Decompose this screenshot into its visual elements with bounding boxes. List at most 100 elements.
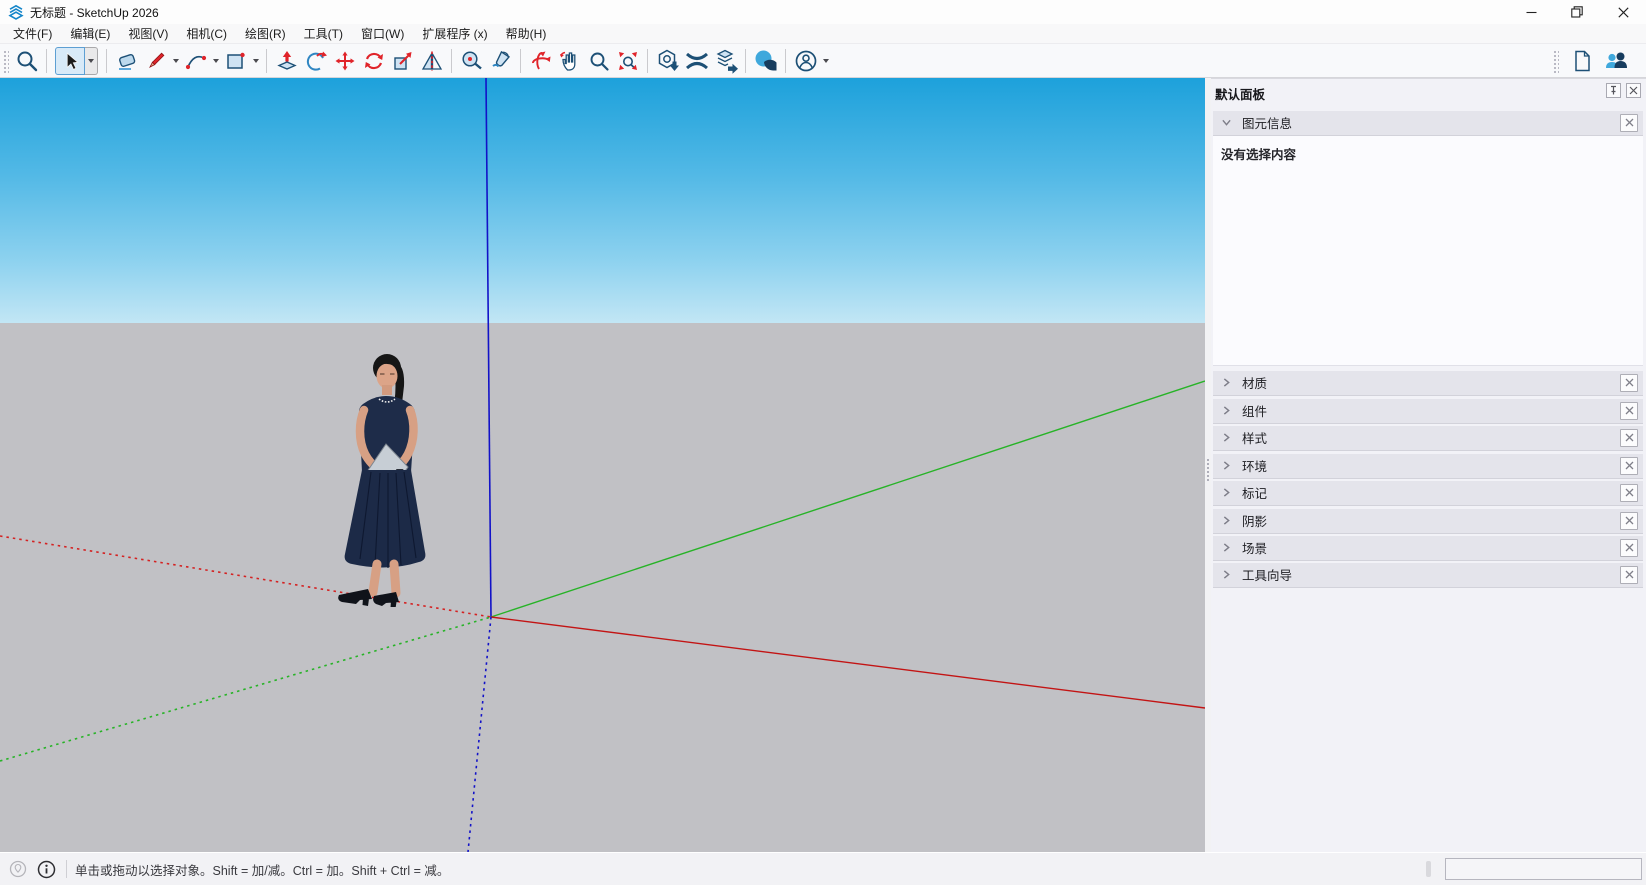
section-components[interactable]: 组件 xyxy=(1213,398,1643,423)
close-section-button[interactable] xyxy=(1620,566,1638,584)
rectangle-tool-dropdown[interactable] xyxy=(250,48,261,74)
eraser-tool-button[interactable] xyxy=(113,47,140,74)
section-instructor[interactable]: 工具向导 xyxy=(1213,562,1643,587)
menu-draw[interactable]: 绘图(R) xyxy=(236,23,295,44)
info-icon[interactable] xyxy=(36,859,56,879)
minimize-button[interactable] xyxy=(1508,0,1554,24)
close-section-button[interactable] xyxy=(1620,512,1638,530)
title-bar: 无标题 - SketchUp 2026 xyxy=(0,0,1646,24)
sign-in-dropdown[interactable] xyxy=(820,48,831,74)
rotate-tool-button[interactable] xyxy=(360,47,387,74)
chevron-down-icon xyxy=(173,59,179,63)
toolbar-separator xyxy=(745,49,746,73)
chevron-right-icon xyxy=(1220,514,1233,527)
scale-tool-button[interactable] xyxy=(389,47,416,74)
status-hint-text: 单击或拖动以选择对象。Shift = 加/减。Ctrl = 加。Shift + … xyxy=(75,860,449,879)
close-section-button[interactable] xyxy=(1620,429,1638,447)
chevron-down-icon xyxy=(253,59,259,63)
measurement-separator xyxy=(1426,861,1431,877)
menu-camera[interactable]: 相机(C) xyxy=(177,23,236,44)
toolbar-separator xyxy=(266,49,267,73)
chevron-down-icon xyxy=(88,59,94,63)
line-tool-button[interactable] xyxy=(142,47,169,74)
close-button[interactable] xyxy=(1600,0,1646,24)
select-tool-dropdown[interactable] xyxy=(85,47,98,75)
chevron-right-icon xyxy=(1220,431,1233,444)
tape-measure-tool-button[interactable] xyxy=(458,47,485,74)
no-selection-message: 没有选择内容 xyxy=(1221,144,1296,163)
section-label: 场景 xyxy=(1242,538,1267,557)
section-label: 标记 xyxy=(1242,483,1267,502)
3d-warehouse-button[interactable] xyxy=(654,47,681,74)
toolbar-drag-handle[interactable] xyxy=(2,49,9,73)
panel-title: 默认面板 xyxy=(1215,84,1265,103)
menu-extensions[interactable]: 扩展程序 (x) xyxy=(413,23,496,44)
push-pull-tool-button[interactable] xyxy=(273,47,300,74)
new-document-button[interactable] xyxy=(1568,47,1595,74)
close-panel-button[interactable] xyxy=(1626,83,1641,98)
toolbar-right-drag-handle[interactable] xyxy=(1552,49,1559,73)
move-tool-button[interactable] xyxy=(331,47,358,74)
follow-me-tool-button[interactable] xyxy=(302,47,329,74)
section-environment[interactable]: 环境 xyxy=(1213,453,1643,478)
chevron-down-icon xyxy=(1220,116,1233,129)
people-button[interactable] xyxy=(1602,47,1629,74)
section-label: 环境 xyxy=(1242,456,1267,475)
zoom-tool-button[interactable] xyxy=(585,47,612,74)
sky-background xyxy=(0,78,1205,323)
close-section-button[interactable] xyxy=(1620,484,1638,502)
menu-window[interactable]: 窗口(W) xyxy=(352,23,413,44)
line-tool-dropdown[interactable] xyxy=(170,48,181,74)
section-label: 图元信息 xyxy=(1242,113,1292,132)
menu-view[interactable]: 视图(V) xyxy=(119,23,177,44)
section-materials[interactable]: 材质 xyxy=(1213,370,1643,395)
sign-in-button[interactable] xyxy=(792,47,819,74)
close-section-button[interactable] xyxy=(1620,402,1638,420)
menu-edit[interactable]: 编辑(E) xyxy=(61,23,119,44)
section-label: 阴影 xyxy=(1242,511,1267,530)
entity-info-content: 没有选择内容 xyxy=(1213,136,1643,366)
zoom-extents-tool-button[interactable] xyxy=(614,47,641,74)
pan-tool-button[interactable] xyxy=(556,47,583,74)
pin-panel-button[interactable] xyxy=(1606,83,1621,98)
menu-tools[interactable]: 工具(T) xyxy=(295,23,352,44)
main-area: 默认面板 图元信息 没有选择内容 材质 组件 xyxy=(0,78,1646,852)
geolocation-icon[interactable] xyxy=(8,859,28,879)
toolbar-separator xyxy=(647,49,648,73)
section-scenes[interactable]: 场景 xyxy=(1213,535,1643,560)
flip-tool-button[interactable] xyxy=(418,47,445,74)
send-to-layout-button[interactable] xyxy=(712,47,739,74)
chevron-down-icon xyxy=(823,59,829,63)
arc-tool-button[interactable] xyxy=(182,47,209,74)
shapes-button[interactable] xyxy=(752,47,779,74)
orbit-tool-button[interactable] xyxy=(527,47,554,74)
woman-figure[interactable] xyxy=(330,352,440,607)
arc-tool-dropdown[interactable] xyxy=(210,48,221,74)
close-section-button[interactable] xyxy=(1620,374,1638,392)
section-tags[interactable]: 标记 xyxy=(1213,480,1643,505)
default-tray-panel: 默认面板 图元信息 没有选择内容 材质 组件 xyxy=(1211,78,1646,852)
chevron-right-icon xyxy=(1220,486,1233,499)
toolbar-separator xyxy=(451,49,452,73)
section-label: 工具向导 xyxy=(1242,565,1292,584)
viewport-canvas[interactable] xyxy=(0,78,1205,852)
close-section-button[interactable] xyxy=(1620,114,1638,132)
section-styles[interactable]: 样式 xyxy=(1213,425,1643,450)
section-entity-info[interactable]: 图元信息 xyxy=(1213,110,1643,135)
measurement-input[interactable] xyxy=(1445,858,1642,880)
sketchup-window: 无标题 - SketchUp 2026 文件(F) 编辑(E) 视图(V) 相机… xyxy=(0,0,1646,885)
menu-help[interactable]: 帮助(H) xyxy=(497,23,556,44)
close-section-button[interactable] xyxy=(1620,457,1638,475)
extension-warehouse-button[interactable] xyxy=(683,47,710,74)
rectangle-tool-button[interactable] xyxy=(222,47,249,74)
paint-bucket-tool-button[interactable] xyxy=(487,47,514,74)
chevron-right-icon xyxy=(1220,568,1233,581)
search-tool-button[interactable] xyxy=(13,47,40,74)
section-shadows[interactable]: 阴影 xyxy=(1213,508,1643,533)
restore-button[interactable] xyxy=(1554,0,1600,24)
select-tool-button[interactable] xyxy=(55,47,85,75)
toolbar-separator xyxy=(106,49,107,73)
sketchup-logo-icon xyxy=(8,4,24,20)
menu-file[interactable]: 文件(F) xyxy=(4,23,61,44)
close-section-button[interactable] xyxy=(1620,539,1638,557)
